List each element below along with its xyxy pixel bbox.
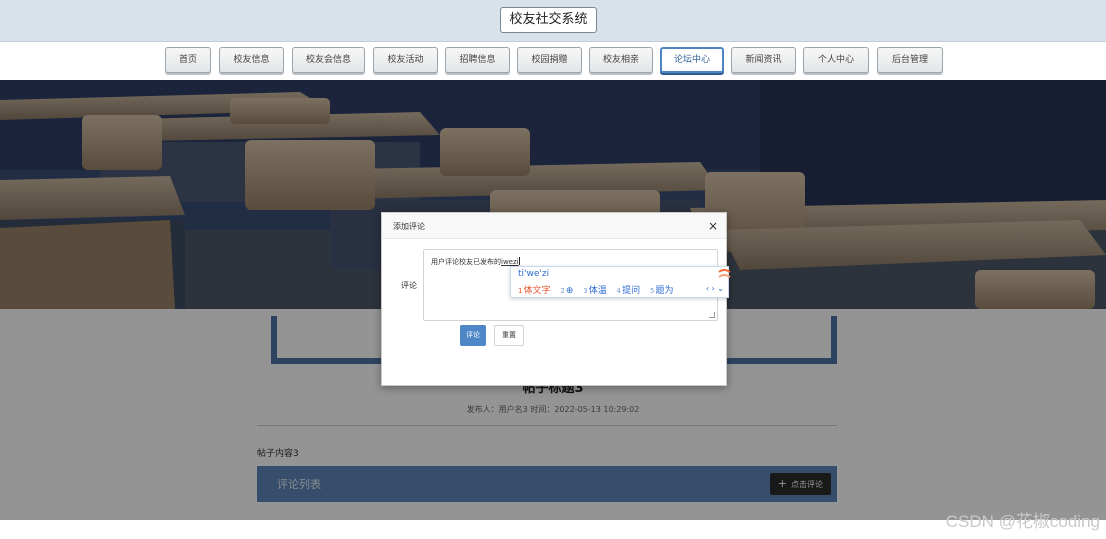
ime-candidate[interactable]: 2⊕: [560, 286, 573, 296]
nav-item-admin[interactable]: 后台管理: [877, 47, 943, 73]
text-caret: [518, 257, 520, 265]
ime-candidate[interactable]: 4提问: [617, 283, 640, 296]
comment-field-label: 评论: [401, 281, 417, 290]
nav-item-jobs[interactable]: 招聘信息: [445, 47, 510, 73]
top-header: 校友社交系统: [0, 0, 1106, 42]
close-icon[interactable]: ×: [708, 219, 718, 233]
resize-handle-icon[interactable]: [709, 312, 715, 318]
nav-item-donations[interactable]: 校园捐赠: [517, 47, 582, 73]
ime-candidate[interactable]: 3体温: [583, 283, 606, 296]
submit-comment-button[interactable]: 评论: [460, 325, 486, 346]
site-title: 校友社交系统: [500, 7, 597, 33]
ime-page-arrows-icon[interactable]: ‹ › ⌄: [706, 284, 724, 293]
page: 校友社交系统 首页 校友信息 校友会信息 校友活动 招聘信息 校园捐赠 校友相亲…: [0, 0, 1106, 539]
ime-candidate[interactable]: 5题为: [650, 283, 673, 296]
ime-logo-icon: [718, 269, 731, 278]
add-comment-dialog: 添加评论 × 评论 用户评论校友已发布的iwezi 评论 重置: [381, 212, 727, 386]
nav-item-news[interactable]: 新闻资讯: [731, 47, 796, 73]
ime-pinyin: ti'we'zi: [518, 269, 550, 279]
watermark: CSDN @花椒coding: [945, 512, 1100, 531]
nav-item-forum[interactable]: 论坛中心: [660, 47, 724, 73]
ime-candidate[interactable]: 1体文字: [518, 283, 550, 296]
dialog-header: 添加评论 ×: [382, 213, 726, 239]
nav-item-alumni-association[interactable]: 校友会信息: [292, 47, 365, 73]
nav-item-dating[interactable]: 校友相亲: [589, 47, 653, 73]
ime-candidates: 1体文字 2⊕ 3体温 4提问 5题为: [518, 283, 680, 297]
comment-text-value: 用户评论校友已发布的: [431, 258, 501, 266]
nav-item-home[interactable]: 首页: [165, 47, 211, 73]
nav-item-alumni-info[interactable]: 校友信息: [219, 47, 284, 73]
nav-item-profile[interactable]: 个人中心: [803, 47, 869, 73]
reset-button[interactable]: 重置: [494, 325, 524, 346]
nav-item-alumni-events[interactable]: 校友活动: [373, 47, 438, 73]
composing-text: iwezi: [501, 258, 519, 266]
ime-candidate-popup: ti'we'zi 1体文字 2⊕ 3体温 4提问 5题为 ‹ › ⌄: [510, 266, 731, 298]
comment-text: 用户评论校友已发布的iwezi: [431, 257, 520, 267]
dialog-title: 添加评论: [393, 222, 425, 231]
main-nav: 首页 校友信息 校友会信息 校友活动 招聘信息 校园捐赠 校友相亲 论坛中心 新…: [0, 42, 1106, 80]
